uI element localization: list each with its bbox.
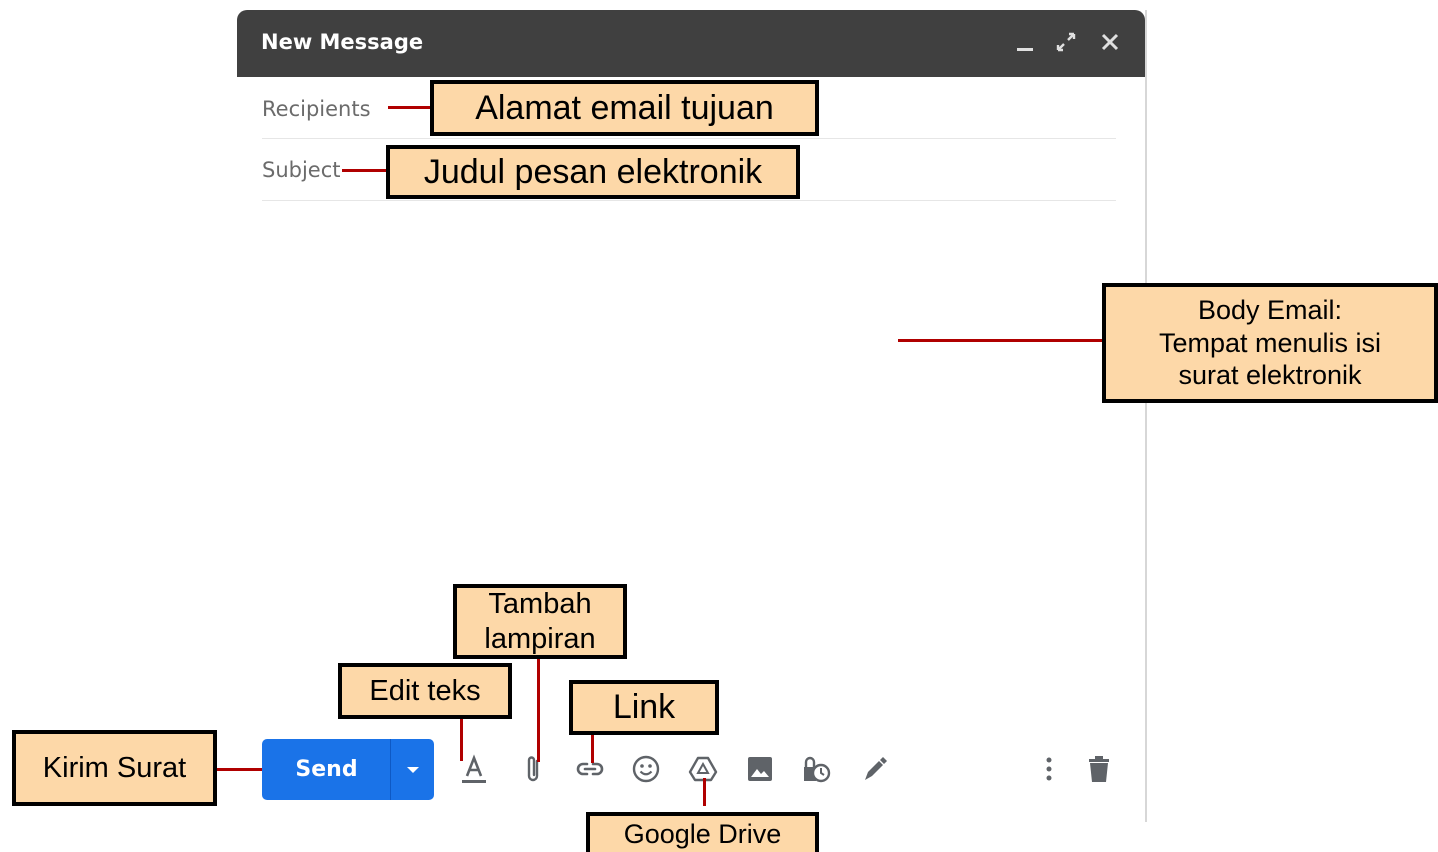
attach-annotation-line2: lampiran	[484, 622, 596, 655]
insert-link-icon[interactable]	[573, 752, 607, 786]
compose-toolbar: Send	[237, 738, 1145, 802]
recipients-annotation: Alamat email tujuan	[430, 80, 819, 136]
subject-leader-line	[342, 169, 388, 172]
edit-text-annotation-text: Edit teks	[369, 674, 481, 707]
subject-annotation: Judul pesan elektronik	[386, 145, 800, 199]
more-options-icon[interactable]	[1032, 752, 1066, 786]
compose-title: New Message	[261, 30, 424, 54]
drive-annotation: Google Drive	[586, 812, 819, 852]
send-leader-line	[214, 768, 262, 771]
signature-icon[interactable]	[857, 752, 891, 786]
message-body[interactable]	[262, 202, 1116, 722]
recipients-input[interactable]: Recipients	[262, 97, 371, 121]
send-annotation-text: Kirim Surat	[42, 751, 187, 784]
send-options-dropdown[interactable]	[391, 739, 434, 800]
expand-icon[interactable]	[1055, 30, 1077, 60]
insert-photo-icon[interactable]	[743, 752, 777, 786]
edit-text-annotation: Edit teks	[338, 663, 512, 719]
edit-text-leader-line	[460, 717, 463, 761]
link-annotation: Link	[569, 680, 719, 735]
attach-leader-line	[537, 656, 540, 762]
attach-file-icon[interactable]	[517, 752, 551, 786]
recipients-leader-line	[388, 106, 432, 109]
minimize-icon[interactable]	[1015, 30, 1035, 60]
send-button-label: Send	[295, 757, 358, 782]
attach-annotation: Tambah lampiran	[453, 584, 627, 659]
send-button[interactable]: Send	[262, 739, 434, 800]
drive-leader-line	[703, 778, 706, 806]
compose-header: New Message	[237, 10, 1145, 77]
body-annotation-line2: Tempat menulis isi	[1158, 327, 1382, 358]
confidential-mode-icon[interactable]	[799, 752, 833, 786]
recipients-annotation-text: Alamat email tujuan	[475, 88, 774, 127]
close-icon[interactable]	[1099, 30, 1121, 60]
attach-annotation-line1: Tambah	[488, 587, 592, 620]
drive-annotation-text: Google Drive	[623, 818, 782, 849]
link-annotation-text: Link	[612, 688, 676, 727]
body-annotation: Body Email: Tempat menulis isi surat ele…	[1102, 283, 1438, 403]
body-annotation-line3: surat elektronik	[1178, 360, 1362, 391]
link-leader-line	[591, 733, 594, 763]
body-leader-line	[898, 339, 1104, 342]
subject-annotation-text: Judul pesan elektronik	[423, 152, 763, 191]
body-annotation-line1: Body Email:	[1197, 295, 1343, 326]
emoji-icon[interactable]	[629, 752, 663, 786]
send-annotation: Kirim Surat	[12, 730, 217, 806]
discard-draft-icon[interactable]	[1082, 752, 1116, 786]
subject-input[interactable]: Subject	[262, 158, 341, 182]
